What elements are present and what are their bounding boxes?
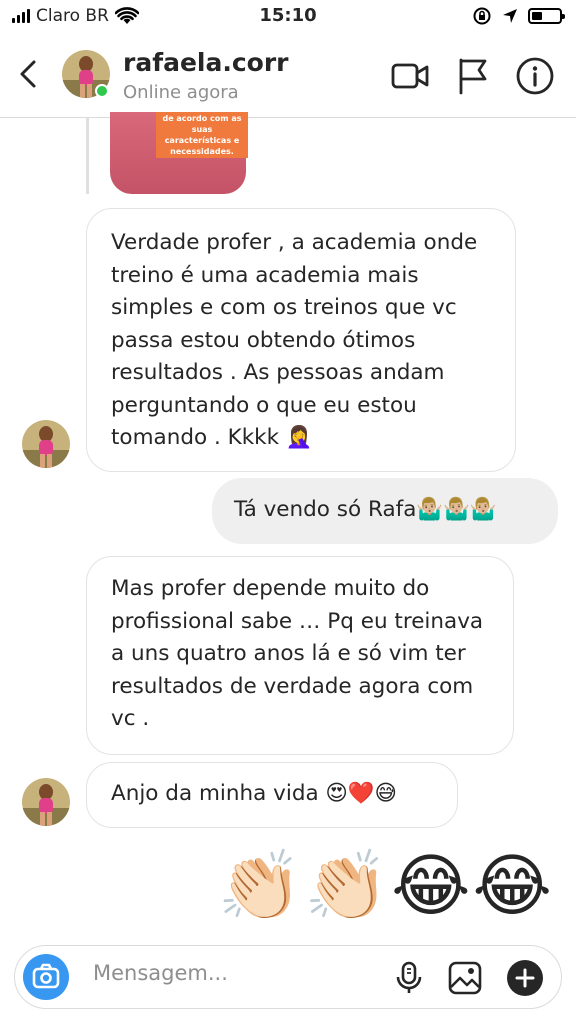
info-icon[interactable] — [515, 56, 555, 96]
status-bar: Claro BR 15:10 — [0, 0, 576, 32]
shared-post-image: de acordo com as suas características e … — [110, 112, 248, 194]
rotation-lock-icon — [473, 7, 491, 25]
message-composer — [14, 945, 562, 1009]
chat-header: rafaela.corr Online agora — [0, 32, 576, 118]
online-indicator — [95, 84, 109, 98]
video-call-icon[interactable] — [390, 56, 430, 96]
message-input[interactable] — [93, 961, 373, 985]
add-icon[interactable] — [507, 960, 543, 996]
message-received[interactable]: Verdade profer , a academia onde treino … — [86, 208, 516, 472]
avatar[interactable] — [22, 778, 70, 826]
status-icons — [472, 6, 565, 26]
avatar[interactable] — [22, 420, 70, 468]
shared-post-caption: de acordo com as suas características e … — [156, 112, 248, 158]
back-icon[interactable] — [14, 56, 44, 92]
flag-icon[interactable] — [454, 56, 494, 96]
shared-post-preview[interactable]: de acordo com as suas características e … — [86, 112, 256, 198]
location-icon — [503, 9, 517, 23]
message-received[interactable]: Mas profer depende muito do profissional… — [86, 556, 514, 755]
camera-button[interactable] — [23, 954, 69, 1000]
message-received[interactable]: Anjo da minha vida 😍❤️😅 — [86, 762, 458, 828]
reply-bar — [86, 118, 89, 194]
battery-icon — [528, 8, 565, 24]
message-sent-emoji[interactable]: 👏🏻👏🏻😂😂 — [218, 842, 554, 932]
presence-status: Online agora — [123, 82, 239, 103]
camera-icon — [32, 963, 60, 989]
gallery-icon[interactable] — [447, 960, 483, 996]
username[interactable]: rafaela.corr — [123, 48, 289, 77]
microphone-icon[interactable] — [391, 960, 427, 996]
message-sent[interactable]: Tá vendo só Rafa🤷🏼‍♂️🤷🏼‍♂️🤷🏼‍♂️ — [212, 478, 558, 544]
